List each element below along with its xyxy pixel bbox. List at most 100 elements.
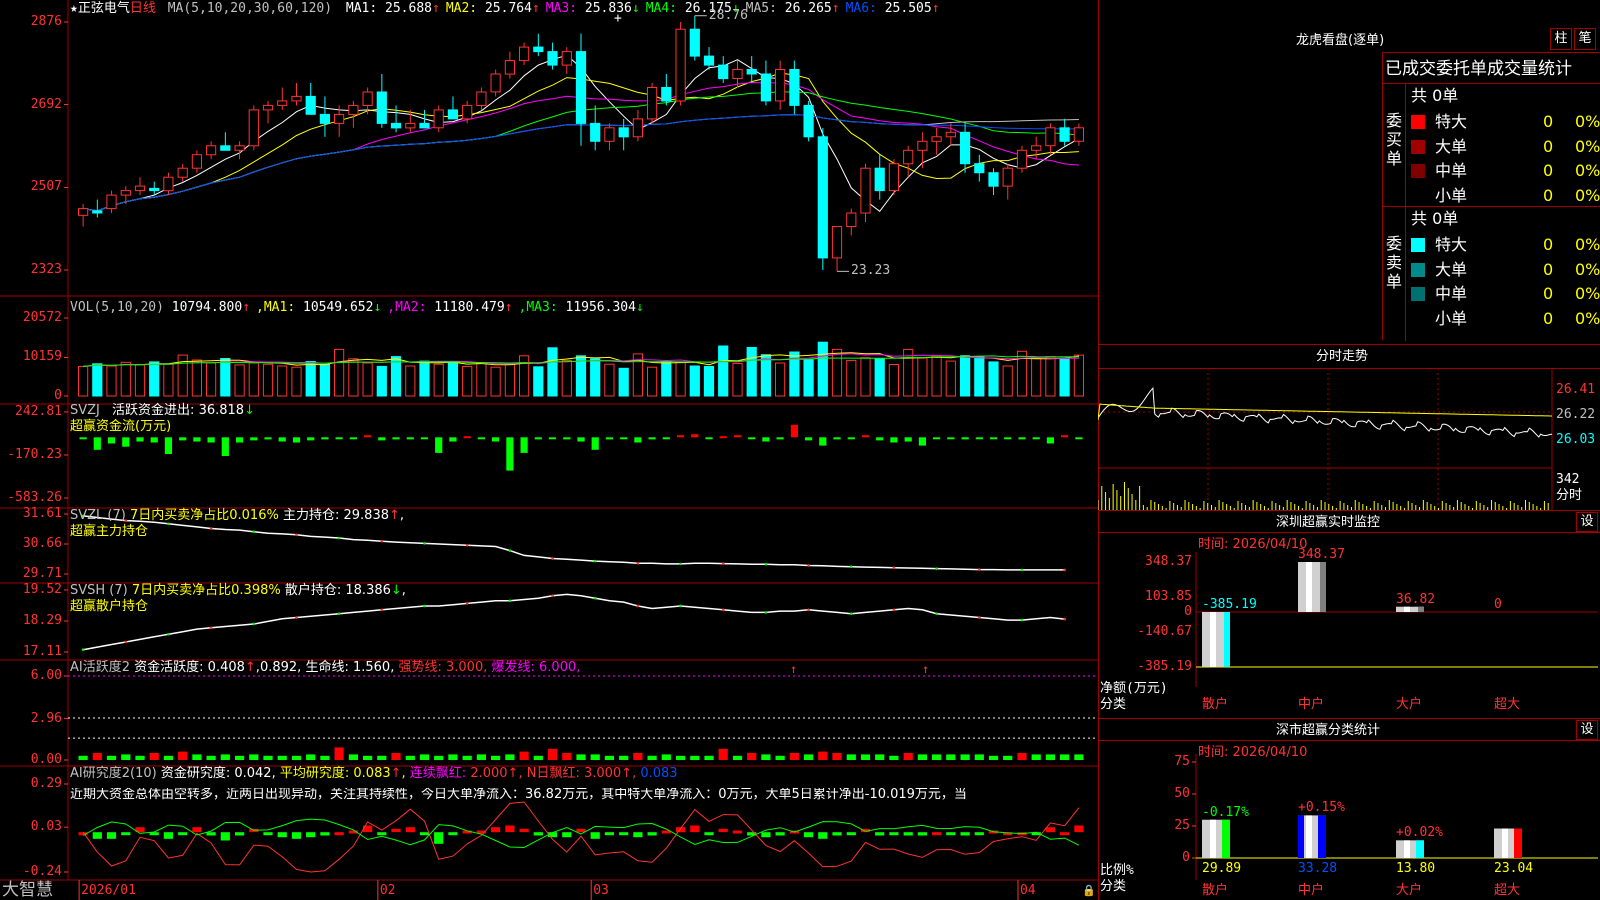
date-label: 2026/01 <box>81 883 136 898</box>
activity-bar <box>476 754 486 760</box>
fund-flow-bar <box>392 437 400 440</box>
research-bar <box>519 828 529 833</box>
bar-toggle-button[interactable]: 柱 <box>1550 28 1572 50</box>
fund-flow-bar <box>307 437 315 441</box>
svsh-tick-label: 18.29 <box>22 613 62 628</box>
activity-bar <box>235 755 245 760</box>
fund-flow-bar <box>890 437 898 443</box>
research-bar <box>92 832 102 839</box>
vol-ma-values: ,MA1: 10549.652↓ ,MA2: 11180.479↑ ,MA3: 11… <box>250 300 644 315</box>
price-tick-label: 2692 <box>30 96 62 112</box>
candlestick-chart[interactable]: ↑ ↑ <box>0 0 1098 900</box>
candle-body <box>348 104 359 115</box>
volume-bar <box>163 363 174 397</box>
fund-flow-bar <box>136 437 144 442</box>
candle-body <box>903 149 914 165</box>
ai1-label1: 资金活跃度: <box>134 660 204 675</box>
date-label: 04 <box>1019 883 1036 898</box>
research-bar <box>277 832 287 838</box>
svzl-arrow: ↑ <box>389 508 400 523</box>
candle-body <box>533 46 544 53</box>
candle-body <box>746 69 757 75</box>
svzl-point <box>935 567 938 570</box>
research-bar <box>235 832 245 836</box>
volume-bar <box>362 362 373 397</box>
volume-bar <box>590 358 601 397</box>
volume-bar <box>348 358 359 397</box>
svzl-point <box>892 566 896 569</box>
activity-bar <box>590 754 600 760</box>
activity-bar <box>704 755 714 760</box>
fund-flow-bar <box>278 437 286 442</box>
left-chart-area[interactable]: ★正弦电气日线 MA(5,10,20,30,60,120) MA1: 25.68… <box>0 0 1098 900</box>
svsh-point <box>380 608 384 612</box>
volume-bar <box>334 348 345 397</box>
candle-body <box>262 104 274 111</box>
classify-tick-label: 75 <box>1174 754 1190 769</box>
svzj-tick-label: -170.23 <box>7 447 62 462</box>
lock-icon[interactable]: 🔒 <box>1082 884 1096 898</box>
svzl-title: SVZL (7) <box>70 508 126 523</box>
activity-bar <box>334 747 344 760</box>
classify-value: 23.04 <box>1494 861 1534 876</box>
classify-change: +0.02% <box>1396 825 1443 841</box>
fund-flow-bar <box>435 437 443 453</box>
ai1-tick-label: 0.00 <box>30 752 62 767</box>
classify-bar-edge <box>1514 828 1522 858</box>
candle-body <box>277 100 288 106</box>
fund-flow-bar <box>321 437 329 440</box>
activity-bar <box>804 754 814 760</box>
svsh-point <box>892 608 896 612</box>
activity-bar <box>419 754 430 760</box>
candle-body <box>945 131 956 138</box>
volume-bar <box>476 362 487 397</box>
intraday-tick-label: 26.03 <box>1556 432 1596 447</box>
ai2-title: AI研究度2(10) <box>70 766 157 781</box>
classify-settings-button[interactable]: 设 <box>1576 720 1598 740</box>
svsh-point <box>807 608 810 612</box>
activity-bar <box>462 755 472 760</box>
activity-bar <box>519 751 529 760</box>
classify-change: +0.15% <box>1298 800 1345 816</box>
volume-bar <box>447 362 458 397</box>
svsh-title: SVSH (7) <box>70 583 128 598</box>
svsh-point <box>679 604 682 608</box>
svzl-tick-label: 29.71 <box>22 566 62 581</box>
svzj-title: SVZJ <box>70 403 100 418</box>
svsh-ratio: 7日内买卖净占比0.398% <box>131 583 281 598</box>
activity-bar <box>1017 753 1027 760</box>
candle-body <box>390 122 402 129</box>
buy-swatch <box>1411 164 1425 178</box>
fund-flow-bar <box>591 437 599 450</box>
brand-logo[interactable]: 大智慧 <box>2 880 53 900</box>
research-bar <box>192 827 202 833</box>
volume-bar <box>533 366 544 397</box>
activity-bar <box>1074 754 1084 760</box>
activity-bar <box>1031 754 1041 760</box>
svzl-point <box>1020 568 1024 572</box>
candle-body <box>305 95 316 115</box>
svsh-tick-label: 17.11 <box>22 644 62 659</box>
research-bar <box>533 832 543 836</box>
fund-flow-bar <box>236 437 244 443</box>
volume-bar <box>675 361 686 397</box>
intraday-chart[interactable] <box>1098 368 1600 510</box>
low-label: 23.23 <box>851 263 891 279</box>
research-bar <box>405 827 415 833</box>
svsh-point <box>295 616 298 619</box>
svsh-tick-label: 19.52 <box>22 582 62 597</box>
fund-flow-bar <box>1032 437 1040 440</box>
candle-body <box>960 131 971 165</box>
svsh-point <box>935 612 938 615</box>
fund-flow-bar <box>548 437 557 440</box>
activity-bar <box>1060 754 1070 760</box>
monitor-settings-button[interactable]: 设 <box>1576 512 1598 532</box>
fund-flow-bar <box>975 437 983 440</box>
candle-body <box>177 167 188 178</box>
volume-bar <box>746 347 757 397</box>
candle-body <box>732 69 743 79</box>
pen-toggle-button[interactable]: 笔 <box>1574 28 1596 50</box>
ai2-tick-label: 0.03 <box>30 819 62 835</box>
research-bar <box>163 832 173 839</box>
research-bar <box>576 828 586 833</box>
